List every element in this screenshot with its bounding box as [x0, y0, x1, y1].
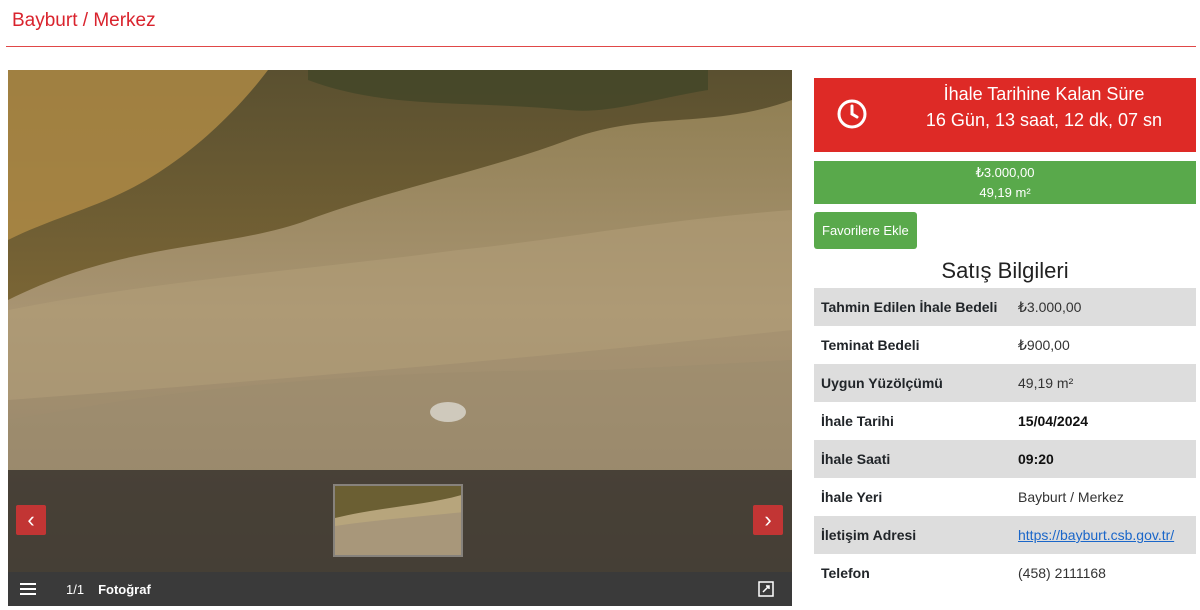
- table-row: Uygun Yüzölçümü 49,19 m²: [814, 364, 1196, 402]
- row-value: ₺900,00: [1018, 336, 1070, 353]
- table-row: Telefon (458) 2111168: [814, 554, 1196, 592]
- photo-gallery: ‹ › 1/1 Fotoğraf: [8, 70, 792, 606]
- table-row: İletişim Adresi https://bayburt.csb.gov.…: [814, 516, 1196, 554]
- gallery-toolbar: 1/1 Fotoğraf: [8, 572, 792, 606]
- expand-icon[interactable]: [758, 581, 774, 597]
- title-divider: [6, 46, 1196, 47]
- price-box: ₺3.000,00 49,19 m²: [814, 161, 1196, 204]
- sale-info-table: Tahmin Edilen İhale Bedeli ₺3.000,00 Tem…: [814, 288, 1196, 592]
- row-key: İhale Tarihi: [821, 413, 894, 429]
- row-key: Telefon: [821, 565, 870, 581]
- table-row: İhale Saati 09:20: [814, 440, 1196, 478]
- row-value: ₺3.000,00: [1018, 298, 1082, 315]
- row-value: 49,19 m²: [1018, 375, 1074, 391]
- countdown-value: 16 Gün, 13 saat, 12 dk, 07 sn: [925, 110, 1163, 130]
- row-key: Tahmin Edilen İhale Bedeli: [821, 299, 998, 315]
- location-title: Bayburt / Merkez: [12, 10, 156, 31]
- chevron-left-icon[interactable]: ‹: [16, 505, 46, 535]
- table-row: Tahmin Edilen İhale Bedeli ₺3.000,00: [814, 288, 1196, 326]
- chevron-right-icon[interactable]: ›: [753, 505, 783, 535]
- row-key: Teminat Bedeli: [821, 337, 920, 353]
- row-key: İhale Yeri: [821, 489, 883, 505]
- row-key: İhale Saati: [821, 451, 891, 467]
- sale-panel: İhale Tarihine Kalan Süre 16 Gün, 13 saa…: [814, 78, 1196, 592]
- list-icon[interactable]: [20, 583, 36, 595]
- price-area: 49,19 m²: [979, 185, 1031, 200]
- photo-label: Fotoğraf: [98, 581, 151, 597]
- thumbnail-image[interactable]: [333, 484, 463, 557]
- table-row: İhale Yeri Bayburt / Merkez: [814, 478, 1196, 516]
- row-value: https://bayburt.csb.gov.tr/: [1011, 516, 1196, 554]
- clock-icon: [837, 99, 867, 129]
- table-row: Teminat Bedeli ₺900,00: [814, 326, 1196, 364]
- price-amount: ₺3.000,00: [975, 165, 1035, 180]
- photo-counter: 1/1: [66, 581, 85, 597]
- row-value: 15/04/2024: [1018, 413, 1089, 429]
- countdown-box: İhale Tarihine Kalan Süre 16 Gün, 13 saa…: [814, 78, 1196, 152]
- add-favorites-button[interactable]: Favorilere Ekle: [814, 212, 917, 249]
- row-value: 09:20: [1018, 451, 1054, 467]
- sale-info-title: Satış Bilgileri: [941, 258, 1069, 283]
- contact-link[interactable]: https://bayburt.csb.gov.tr/: [1018, 527, 1174, 543]
- thumbnail-strip: ‹ ›: [8, 470, 792, 572]
- countdown-label: İhale Tarihine Kalan Süre: [943, 84, 1145, 104]
- row-key: İletişim Adresi: [821, 527, 917, 543]
- row-value: Bayburt / Merkez: [1018, 489, 1124, 505]
- row-key: Uygun Yüzölçümü: [821, 375, 943, 391]
- row-value: (458) 2111168: [1018, 565, 1106, 581]
- table-row: İhale Tarihi 15/04/2024: [814, 402, 1196, 440]
